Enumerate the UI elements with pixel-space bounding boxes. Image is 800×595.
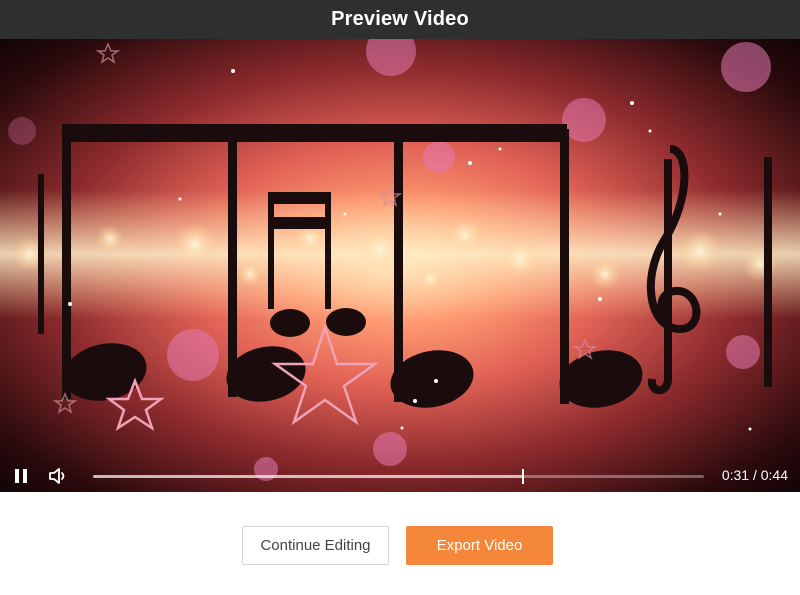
title-bar: Preview Video [0,0,800,39]
volume-button[interactable] [47,465,69,487]
preview-dialog: Preview Video 0:31 / 0:44 Continue Editi… [0,0,800,595]
dialog-title: Preview Video [331,8,469,30]
progress-handle[interactable] [522,469,524,484]
pause-button[interactable] [10,465,32,487]
volume-icon [49,468,65,484]
video-frame [0,39,800,481]
pause-icon [15,469,27,483]
player-controls: 0:31 / 0:44 [0,460,800,492]
dialog-footer: Continue Editing Export Video [0,492,800,595]
video-player[interactable] [0,39,800,492]
progress-fill [93,475,523,478]
time-display: 0:31 / 0:44 [721,467,788,483]
continue-editing-button[interactable]: Continue Editing [242,526,389,565]
progress-bar[interactable] [93,469,704,484]
export-video-button[interactable]: Export Video [406,526,553,565]
